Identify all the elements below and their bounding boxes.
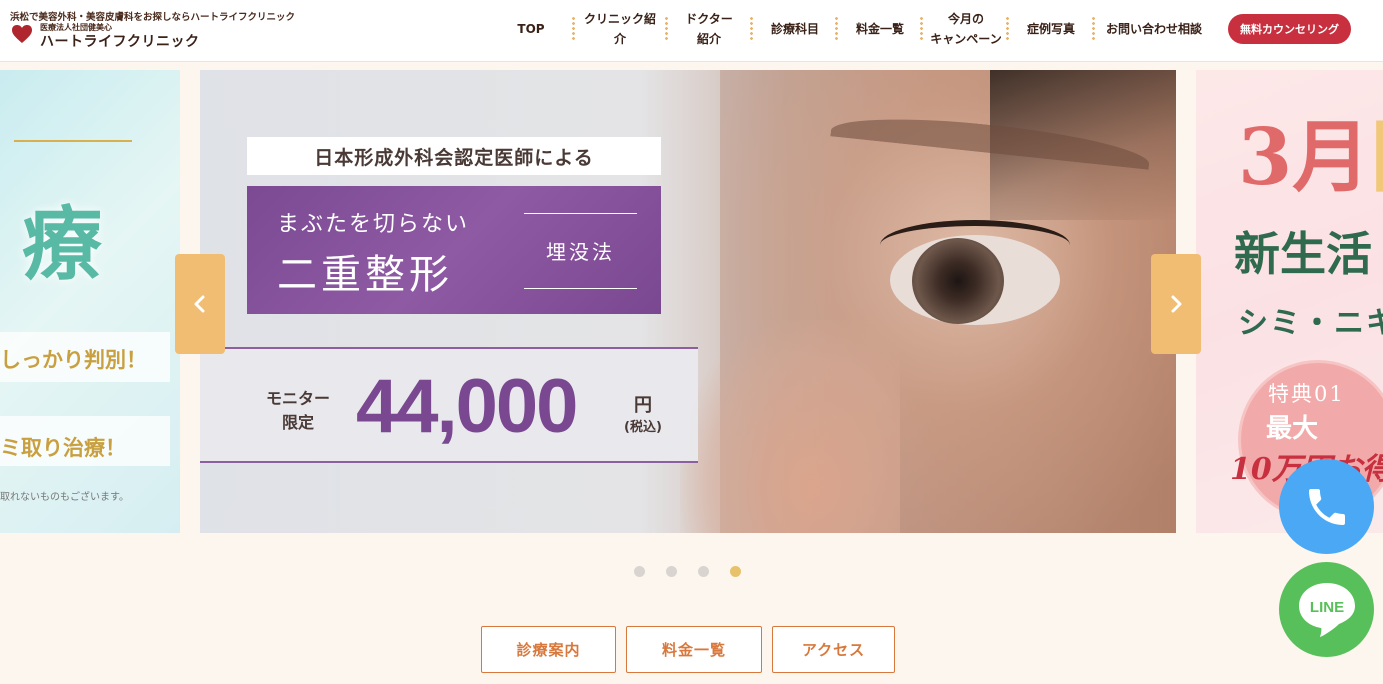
slide-left-note: 取れないものもございます。 <box>0 492 129 503</box>
slide-previous[interactable]: 療 しっかり判別！ ミ取り治療！ 取れないものもございます。 <box>0 70 180 533</box>
nav-campaign-line2: キャンペーン <box>930 32 1002 46</box>
price-amount: 44,000 <box>356 364 578 449</box>
medical-guide-button[interactable]: 診療案内 <box>481 626 616 673</box>
slide-right-newlife: 新生活 <box>1234 227 1372 281</box>
slide-right-skin: シミ・ニキ <box>1238 306 1383 341</box>
slide-left-text1: しっかり判別！ <box>0 348 147 372</box>
nav-divider <box>1092 16 1095 42</box>
nav-campaign-line1: 今月の <box>947 12 984 26</box>
nav-doctor-line1: ドクター <box>685 12 733 26</box>
slide-title: 二重整形 <box>277 252 453 298</box>
access-button[interactable]: アクセス <box>772 626 895 673</box>
nav-top[interactable]: TOP <box>510 0 552 58</box>
slider-dot[interactable] <box>666 566 677 577</box>
slide-method-rule <box>524 213 637 214</box>
nav-divider <box>665 16 668 42</box>
slide-left-kanji: 療 <box>22 197 102 291</box>
nav-campaign[interactable]: 今月の キャンペーン <box>926 0 1006 58</box>
nav-doctor[interactable]: ドクター 紹介 <box>674 0 744 58</box>
price-list-button[interactable]: 料金一覧 <box>626 626 762 673</box>
price-panel: モニター 限定 44,000 円 (税込) <box>200 347 698 463</box>
clinic-name-logo[interactable]: ハートライフクリニック <box>40 31 200 51</box>
nav-divider <box>920 16 923 42</box>
model-nose-image <box>680 320 900 533</box>
slide-right-badge-top: 特典01 <box>1268 382 1345 406</box>
nav-contact[interactable]: お問い合わせ相談 <box>1100 0 1208 58</box>
monitor-label: モニター 限定 <box>266 387 330 435</box>
header-tagline: 浜松で美容外科・美容皮膚科をお探しならハートライフクリニック <box>10 12 296 23</box>
slider-pagination <box>0 566 1383 578</box>
slide-current[interactable]: 日本形成外科会認定医師による まぶたを切らない 二重整形 埋没法 モニター 限定… <box>200 70 1176 533</box>
nav-divider <box>572 16 575 42</box>
nav-clinic[interactable]: クリニック紹介 <box>580 0 660 58</box>
floating-phone-button[interactable] <box>1279 459 1374 554</box>
slider-dot[interactable] <box>634 566 645 577</box>
slide-right-badge-mid: 最大 <box>1266 414 1319 444</box>
slide-headline: 日本形成外科会認定医師による <box>247 137 661 175</box>
slide-title-box: まぶたを切らない 二重整形 埋没法 <box>247 186 661 314</box>
heart-logo-icon[interactable] <box>11 24 33 44</box>
phone-icon <box>1308 488 1345 525</box>
slide-left-text2: ミ取り治療！ <box>0 436 126 460</box>
yen-label: 円 <box>633 395 652 416</box>
slide-method-rule <box>524 288 637 289</box>
chevron-right-icon <box>1171 295 1182 313</box>
slider-dot[interactable] <box>698 566 709 577</box>
slide-right-month-num: 3月 <box>1238 112 1371 203</box>
chevron-left-icon <box>194 295 205 313</box>
slider-next-button[interactable] <box>1151 254 1201 354</box>
line-label: LINE <box>1309 599 1343 616</box>
tax-label: (税込) <box>624 420 662 435</box>
nav-cases[interactable]: 症例写真 <box>1016 0 1086 58</box>
hero-slider: 療 しっかり判別！ ミ取り治療！ 取れないものもございます。 日本形成外科会認定… <box>0 70 1383 533</box>
nav-divider <box>750 16 753 42</box>
slide-subtitle: まぶたを切らない <box>277 212 470 237</box>
model-eyelid-image <box>880 220 1070 270</box>
nav-divider <box>835 16 838 42</box>
price-unit: 円 (税込) <box>624 395 662 439</box>
slide-right-month: 3月限 <box>1238 95 1383 207</box>
slider-dot-active[interactable] <box>730 566 741 577</box>
slide-method: 埋没法 <box>546 240 615 264</box>
monitor-line2: 限定 <box>282 413 315 432</box>
line-chat-icon: LINE <box>1298 582 1355 637</box>
site-header: 浜松で美容外科・美容皮膚科をお探しならハートライフクリニック 医療法人社団健美心… <box>0 0 1383 62</box>
monitor-line1: モニター <box>266 389 331 408</box>
slide-right-month-rest: 限 <box>1370 112 1383 203</box>
slide-decor-line <box>14 140 132 142</box>
nav-divider <box>1006 16 1009 42</box>
floating-line-button[interactable]: LINE <box>1279 562 1374 657</box>
slider-prev-button[interactable] <box>175 254 225 354</box>
nav-departments[interactable]: 診療科目 <box>760 0 830 58</box>
free-counseling-button[interactable]: 無料カウンセリング <box>1228 14 1351 44</box>
nav-prices[interactable]: 料金一覧 <box>845 0 915 58</box>
nav-doctor-line2: 紹介 <box>696 32 721 46</box>
slide-next[interactable]: 3月限 新生活 シミ・ニキ 特典01 最大 10万円お得 <box>1196 70 1383 533</box>
